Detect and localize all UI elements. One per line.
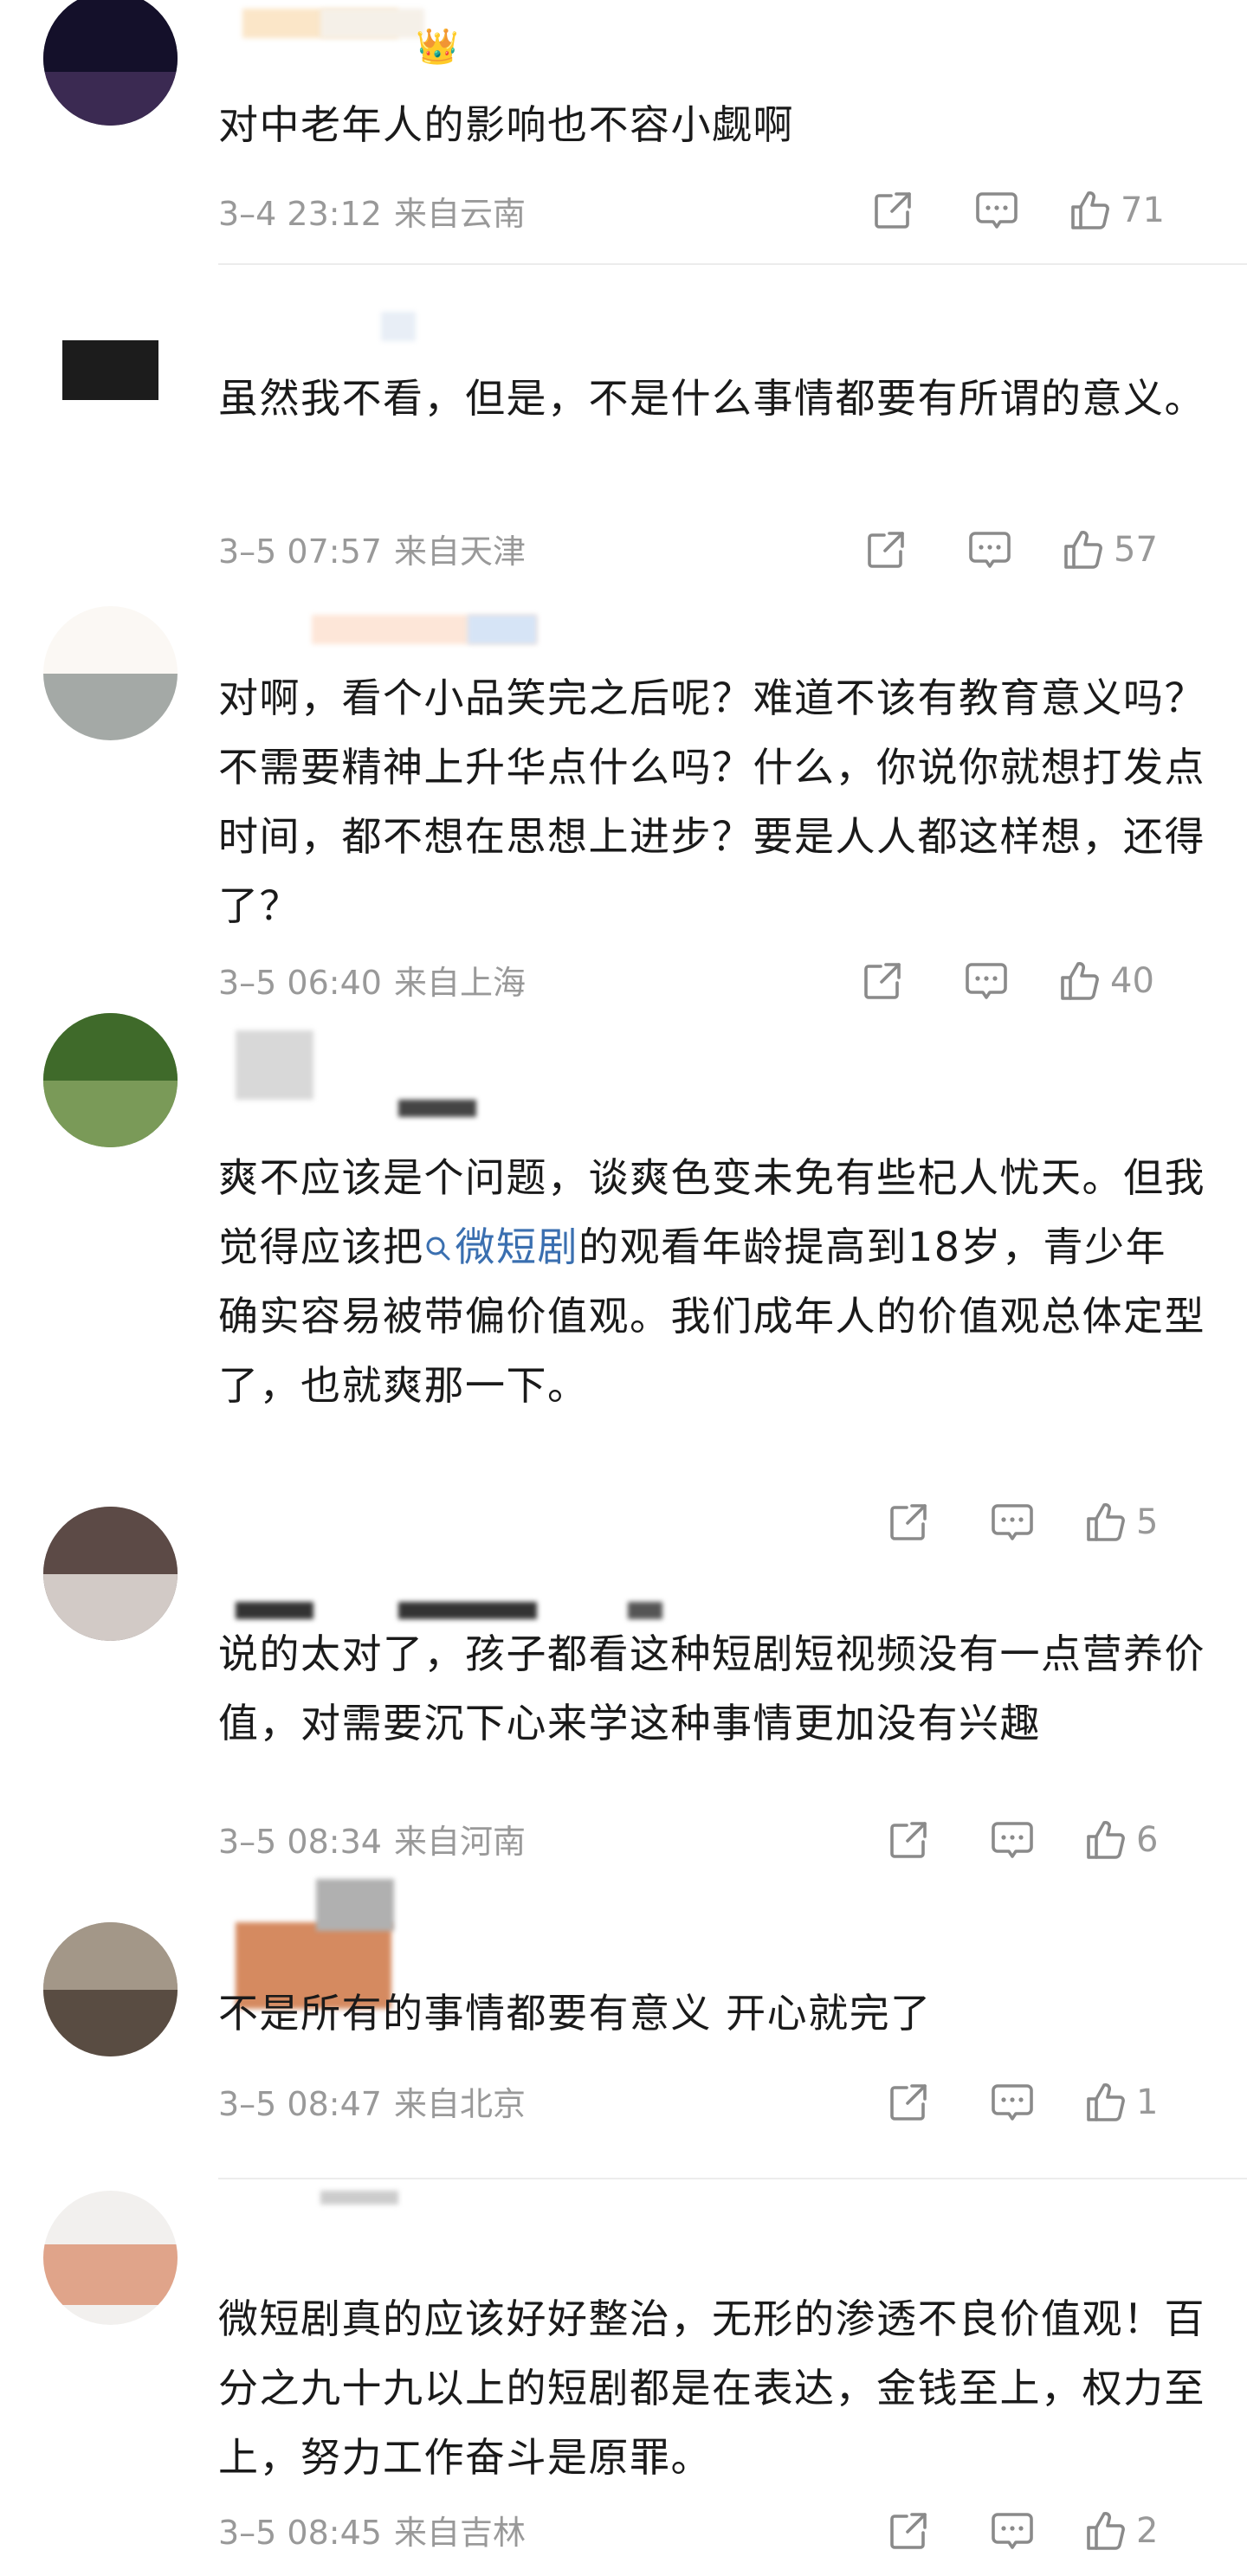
username-blurred[interactable] [398, 1602, 537, 1619]
username-blurred[interactable] [628, 1602, 662, 1619]
divider [218, 2178, 1247, 2179]
username-blurred[interactable] [236, 1602, 313, 1619]
comment-item: 👑 对中老年人的影响也不容小觑啊 3–4 23:12 来自云南 71 [0, 0, 1247, 268]
avatar[interactable] [43, 2191, 178, 2325]
thumbs-up-icon [1087, 2083, 1125, 2121]
like-button[interactable]: 6 [1082, 1816, 1158, 1864]
comment-meta: 3–5 08:34 来自河南 [218, 1820, 526, 1863]
username-blurred[interactable] [316, 1879, 394, 1931]
avatar[interactable] [43, 1922, 178, 2056]
comment-meta: 3–4 23:12 来自云南 [218, 192, 526, 236]
like-button[interactable]: 40 [1056, 957, 1154, 1005]
username-blurred[interactable] [320, 2191, 398, 2205]
comment-item: 不是所有的事情都要有意义 开心就完了 3–5 08:47 来自北京 1 [0, 1879, 1247, 2191]
search-icon [426, 1236, 449, 1261]
avatar[interactable] [43, 303, 178, 437]
comment-date: 3–5 08:34 [218, 1823, 382, 1861]
comment-icon [969, 532, 1011, 568]
like-count: 71 [1121, 190, 1165, 230]
comment-item: 说的太对了，孩子都看这种短剧短视频没有一点营养价值，对需要沉下心来学这种事情更加… [0, 1507, 1247, 1914]
like-button[interactable]: 57 [1060, 526, 1158, 574]
comment-date: 3–5 08:45 [218, 2514, 382, 2552]
share-icon [868, 532, 904, 568]
comment-location: 来自吉林 [393, 2514, 526, 2552]
like-count: 2 [1136, 2511, 1159, 2551]
comment-button[interactable] [985, 2507, 1039, 2555]
share-icon [875, 192, 911, 229]
comment-text: 对中老年人的影响也不容小觑啊 [218, 101, 794, 148]
comment-meta: 3–5 07:57 来自天津 [218, 530, 526, 573]
comment-location: 来自上海 [393, 964, 526, 1002]
thumbs-up-icon [1087, 2512, 1125, 2550]
username-blurred[interactable] [320, 9, 424, 38]
comment-item: 爽不应该是个问题，谈爽色变未免有些杞人忧天。但我觉得应该把 微短剧的观看年龄提高到… [0, 1013, 1247, 1576]
like-button[interactable]: 2 [1082, 2507, 1158, 2555]
comment-text: 对啊，看个小品笑完之后呢？难道不该有教育意义吗？不需要精神上升华点什么吗？什么，… [218, 675, 1205, 929]
comment-icon [992, 1822, 1033, 1858]
share-icon [864, 963, 901, 999]
comment-location: 来自北京 [393, 2085, 526, 2123]
comment-text: 微短剧真的应该好好整治，无形的渗透不良价值观！百分之九十九以上的短剧都是在表达，… [218, 2295, 1205, 2481]
username-blurred[interactable] [398, 1100, 476, 1117]
comment-button[interactable] [985, 1816, 1039, 1864]
divider [218, 263, 1247, 265]
like-count: 1 [1136, 2082, 1159, 2122]
comment-meta: 3–5 06:40 来自上海 [218, 961, 526, 1004]
username-blurred[interactable] [381, 312, 416, 341]
thumbs-up-icon [1064, 531, 1102, 569]
comment-button[interactable] [959, 957, 1013, 1005]
comment-button[interactable] [963, 526, 1017, 574]
share-button[interactable] [856, 957, 909, 1005]
comment-text: 不是所有的事情都要有意义 开心就完了 [218, 1990, 932, 2037]
comment-button[interactable] [985, 2078, 1039, 2127]
keyword-link[interactable]: 微短剧 [424, 1223, 579, 1270]
comment-date: 3–5 06:40 [218, 964, 382, 1002]
comment-meta: 3–5 08:45 来自吉林 [218, 2511, 526, 2554]
comment-text: 虽然我不看，但是，不是什么事情都要有所谓的意义。 [218, 375, 1205, 422]
share-button[interactable] [882, 2507, 935, 2555]
comment-icon [976, 192, 1018, 229]
comment-date: 3–5 08:47 [218, 2085, 382, 2123]
share-button[interactable] [859, 526, 913, 574]
comment-button[interactable] [970, 186, 1024, 235]
thumbs-up-icon [1061, 962, 1099, 1000]
share-icon [890, 2513, 927, 2549]
like-count: 40 [1110, 961, 1154, 1001]
crown-emoji-icon: 👑 [416, 27, 459, 67]
like-count: 6 [1136, 1820, 1159, 1860]
comment-item: 微短剧真的应该好好整治，无形的渗透不良价值观！百分之九十九以上的短剧都是在表达，… [0, 2191, 1247, 2576]
comment-item: 虽然我不看，但是，不是什么事情都要有所谓的意义。 3–5 07:57 来自天津 5… [0, 268, 1247, 597]
avatar[interactable] [43, 1507, 178, 1641]
comment-icon [966, 963, 1007, 999]
comment-location: 来自天津 [393, 533, 526, 571]
share-button[interactable] [882, 1816, 935, 1864]
avatar[interactable] [43, 0, 178, 126]
share-icon [890, 2084, 927, 2121]
username-blurred[interactable] [468, 615, 537, 644]
share-icon [890, 1822, 927, 1858]
comment-icon [992, 2513, 1033, 2549]
comment-meta: 3–5 08:47 来自北京 [218, 2082, 526, 2126]
like-count: 57 [1114, 530, 1158, 570]
like-button[interactable]: 1 [1082, 2078, 1158, 2127]
share-button[interactable] [866, 186, 920, 235]
comment-text: 说的太对了，孩子都看这种短剧短视频没有一点营养价值，对需要沉下心来学这种事情更加… [218, 1630, 1205, 1746]
comment-location: 来自河南 [393, 1823, 526, 1861]
comment-item: 对啊，看个小品笑完之后呢？难道不该有教育意义吗？不需要精神上升华点什么吗？什么，… [0, 597, 1247, 1039]
thumbs-up-icon [1071, 191, 1109, 229]
comment-date: 3–5 07:57 [218, 533, 382, 571]
comment-icon [992, 2084, 1033, 2121]
avatar[interactable] [43, 606, 178, 740]
comment-location: 来自云南 [393, 195, 526, 233]
like-button[interactable]: 71 [1067, 186, 1165, 235]
comment-text: 爽不应该是个问题，谈爽色变未免有些杞人忧天。但我觉得应该把 微短剧的观看年龄提高到… [218, 1143, 1205, 1420]
avatar[interactable] [43, 1013, 178, 1147]
keyword-text: 微短剧 [455, 1223, 578, 1270]
thumbs-up-icon [1087, 1821, 1125, 1859]
share-button[interactable] [882, 2078, 935, 2127]
comment-date: 3–4 23:12 [218, 195, 382, 233]
username-blurred[interactable] [236, 1030, 313, 1100]
